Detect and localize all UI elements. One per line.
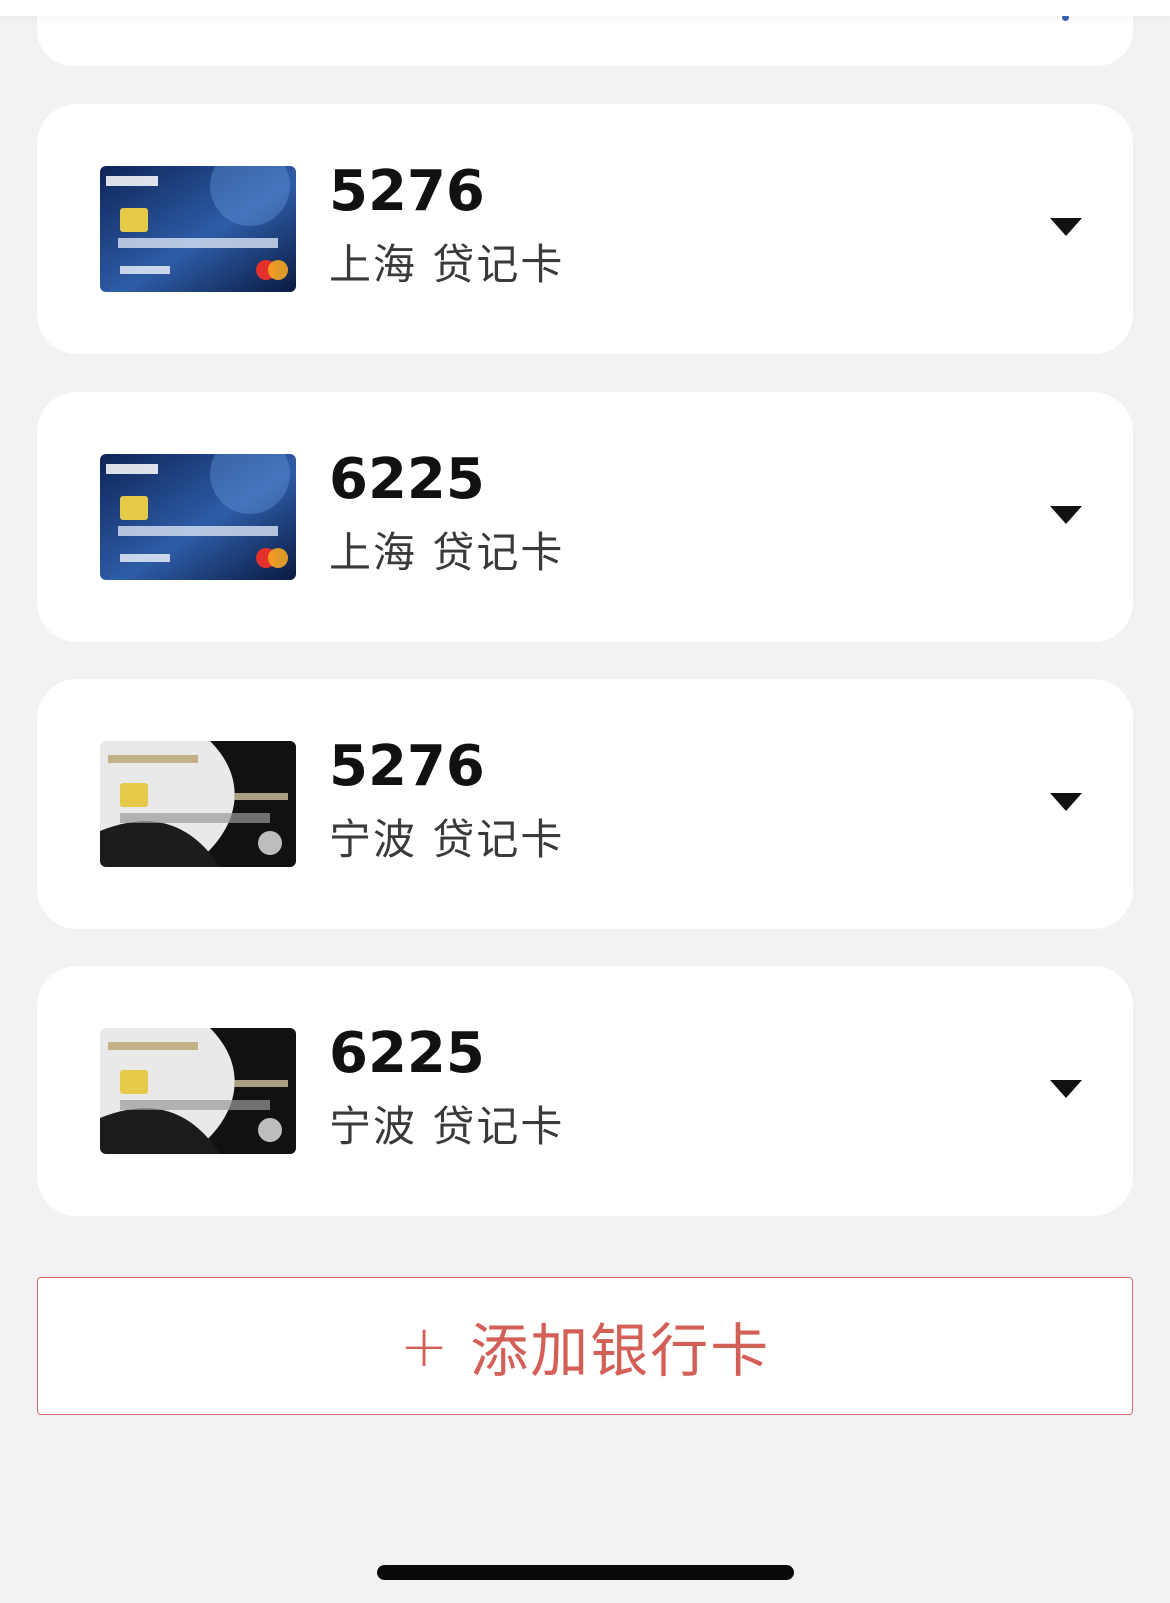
card-image-blue <box>100 454 296 580</box>
card-image-platinum <box>100 741 296 867</box>
card-number-last4: 5276 <box>329 734 485 799</box>
plus-icon: + <box>399 1312 451 1380</box>
add-bank-card-button[interactable]: + 添加银行卡 <box>37 1277 1133 1415</box>
bank-card-item[interactable]: 5276 上海 贷记卡 <box>37 104 1133 354</box>
card-type-label: 上海 贷记卡 <box>329 240 565 289</box>
card-type-label: 宁波 贷记卡 <box>329 1102 565 1151</box>
add-bank-card-label: 添加银行卡 <box>470 1317 771 1385</box>
card-number-last4: 6225 <box>329 447 485 512</box>
caret-down-icon[interactable] <box>1050 793 1082 813</box>
card-number-last4: 6225 <box>329 1021 485 1086</box>
bank-card-item[interactable]: 5276 宁波 贷记卡 <box>37 679 1133 929</box>
caret-down-icon[interactable] <box>1050 1080 1082 1100</box>
card-image-blue <box>100 166 296 292</box>
card-number-last4: 5276 <box>329 159 485 224</box>
card-type-label: 上海 贷记卡 <box>329 528 565 577</box>
top-edge <box>0 0 1170 16</box>
bank-card-item[interactable]: 6225 上海 贷记卡 <box>37 392 1133 642</box>
caret-down-icon[interactable] <box>1050 218 1082 238</box>
card-image-platinum <box>100 1028 296 1154</box>
bank-card-item[interactable]: 6225 宁波 贷记卡 <box>37 966 1133 1216</box>
home-indicator[interactable] <box>377 1565 794 1580</box>
caret-down-icon[interactable] <box>1050 506 1082 526</box>
card-type-label: 宁波 贷记卡 <box>329 815 565 864</box>
